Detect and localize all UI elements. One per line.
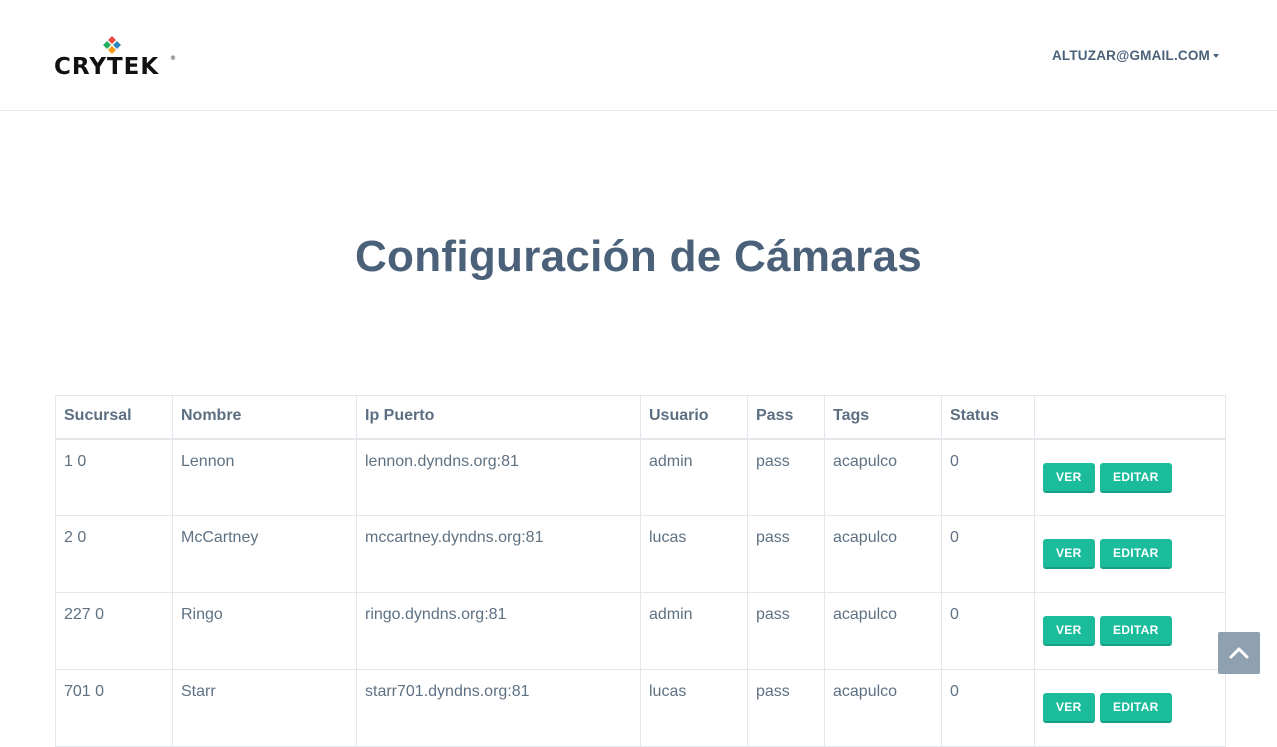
- navbar: CRYTEK ® ALTUZAR@GMAIL.COM: [0, 0, 1277, 111]
- cell-nombre: Ringo: [172, 592, 357, 670]
- user-email: ALTUZAR@GMAIL.COM: [1051, 48, 1210, 63]
- editar-button[interactable]: EDITAR: [1100, 616, 1172, 646]
- editar-button[interactable]: EDITAR: [1100, 693, 1172, 723]
- cell-tags: acapulco: [824, 438, 942, 516]
- cell-pass: pass: [747, 592, 825, 670]
- cell-nombre: Lennon: [172, 438, 357, 516]
- cell-status: 0: [941, 669, 1035, 747]
- table-row: 1 0 Lennon lennon.dyndns.org:81 admin pa…: [55, 438, 1226, 516]
- cell-status: 0: [941, 438, 1035, 516]
- cell-tags: acapulco: [824, 669, 942, 747]
- page-title: Configuración de Cámaras: [354, 232, 923, 281]
- user-menu-dropdown[interactable]: ALTUZAR@GMAIL.COM: [1052, 48, 1219, 63]
- cameras-table-container: Sucursal Nombre Ip Puerto Usuario Pass T…: [55, 395, 1226, 747]
- cell-ip-puerto: mccartney.dyndns.org:81: [356, 515, 641, 593]
- crytek-logo[interactable]: CRYTEK ®: [54, 34, 176, 80]
- cell-actions: VER EDITAR: [1034, 438, 1226, 516]
- header-pass[interactable]: Pass: [747, 395, 825, 440]
- ver-button[interactable]: VER: [1043, 462, 1095, 493]
- header-sucursal[interactable]: Sucursal: [55, 395, 173, 440]
- logo-wordmark: CRYTEK: [54, 54, 159, 78]
- cell-sucursal: 227 0: [55, 592, 173, 670]
- table-row: 227 0 Ringo ringo.dyndns.org:81 admin pa…: [55, 592, 1226, 670]
- cell-sucursal: 2 0: [55, 515, 173, 593]
- cell-actions: VER EDITAR: [1034, 592, 1226, 670]
- cell-usuario: admin: [640, 592, 748, 670]
- ver-button[interactable]: VER: [1043, 693, 1095, 723]
- chevron-up-icon: [1229, 647, 1249, 659]
- cell-pass: pass: [747, 515, 825, 593]
- cell-usuario: lucas: [640, 515, 748, 593]
- cell-ip-puerto: starr701.dyndns.org:81: [356, 669, 641, 747]
- header-usuario[interactable]: Usuario: [640, 395, 748, 440]
- cell-nombre: Starr: [172, 669, 357, 747]
- cell-pass: pass: [747, 438, 825, 516]
- cell-nombre: McCartney: [172, 515, 357, 593]
- svg-text:®: ®: [170, 55, 176, 62]
- logo-mark-icon: [103, 36, 121, 54]
- ver-button[interactable]: VER: [1043, 539, 1095, 569]
- cell-ip-puerto: lennon.dyndns.org:81: [356, 438, 641, 516]
- editar-button[interactable]: EDITAR: [1100, 539, 1172, 569]
- header-nombre[interactable]: Nombre: [172, 395, 357, 440]
- header-actions: [1034, 395, 1226, 440]
- cell-status: 0: [941, 592, 1035, 670]
- header-ip-puerto[interactable]: Ip Puerto: [356, 395, 641, 440]
- cell-ip-puerto: ringo.dyndns.org:81: [356, 592, 641, 670]
- editar-button[interactable]: EDITAR: [1100, 462, 1172, 493]
- cell-actions: VER EDITAR: [1034, 515, 1226, 593]
- cell-tags: acapulco: [824, 515, 942, 593]
- table-row: 2 0 McCartney mccartney.dyndns.org:81 lu…: [55, 515, 1226, 593]
- cell-sucursal: 1 0: [55, 438, 173, 516]
- cell-sucursal: 701 0: [55, 669, 173, 747]
- ver-button[interactable]: VER: [1043, 616, 1095, 646]
- header-tags[interactable]: Tags: [824, 395, 942, 440]
- cell-status: 0: [941, 515, 1035, 593]
- cameras-table: Sucursal Nombre Ip Puerto Usuario Pass T…: [55, 395, 1226, 747]
- table-row: 701 0 Starr starr701.dyndns.org:81 lucas…: [55, 669, 1226, 747]
- cell-usuario: admin: [640, 438, 748, 516]
- cell-pass: pass: [747, 669, 825, 747]
- header-status[interactable]: Status: [941, 395, 1035, 440]
- scroll-to-top-button[interactable]: [1218, 632, 1260, 674]
- table-header-row: Sucursal Nombre Ip Puerto Usuario Pass T…: [55, 395, 1226, 440]
- cell-actions: VER EDITAR: [1034, 669, 1226, 747]
- caret-down-icon: [1213, 54, 1219, 59]
- cell-usuario: lucas: [640, 669, 748, 747]
- cell-tags: acapulco: [824, 592, 942, 670]
